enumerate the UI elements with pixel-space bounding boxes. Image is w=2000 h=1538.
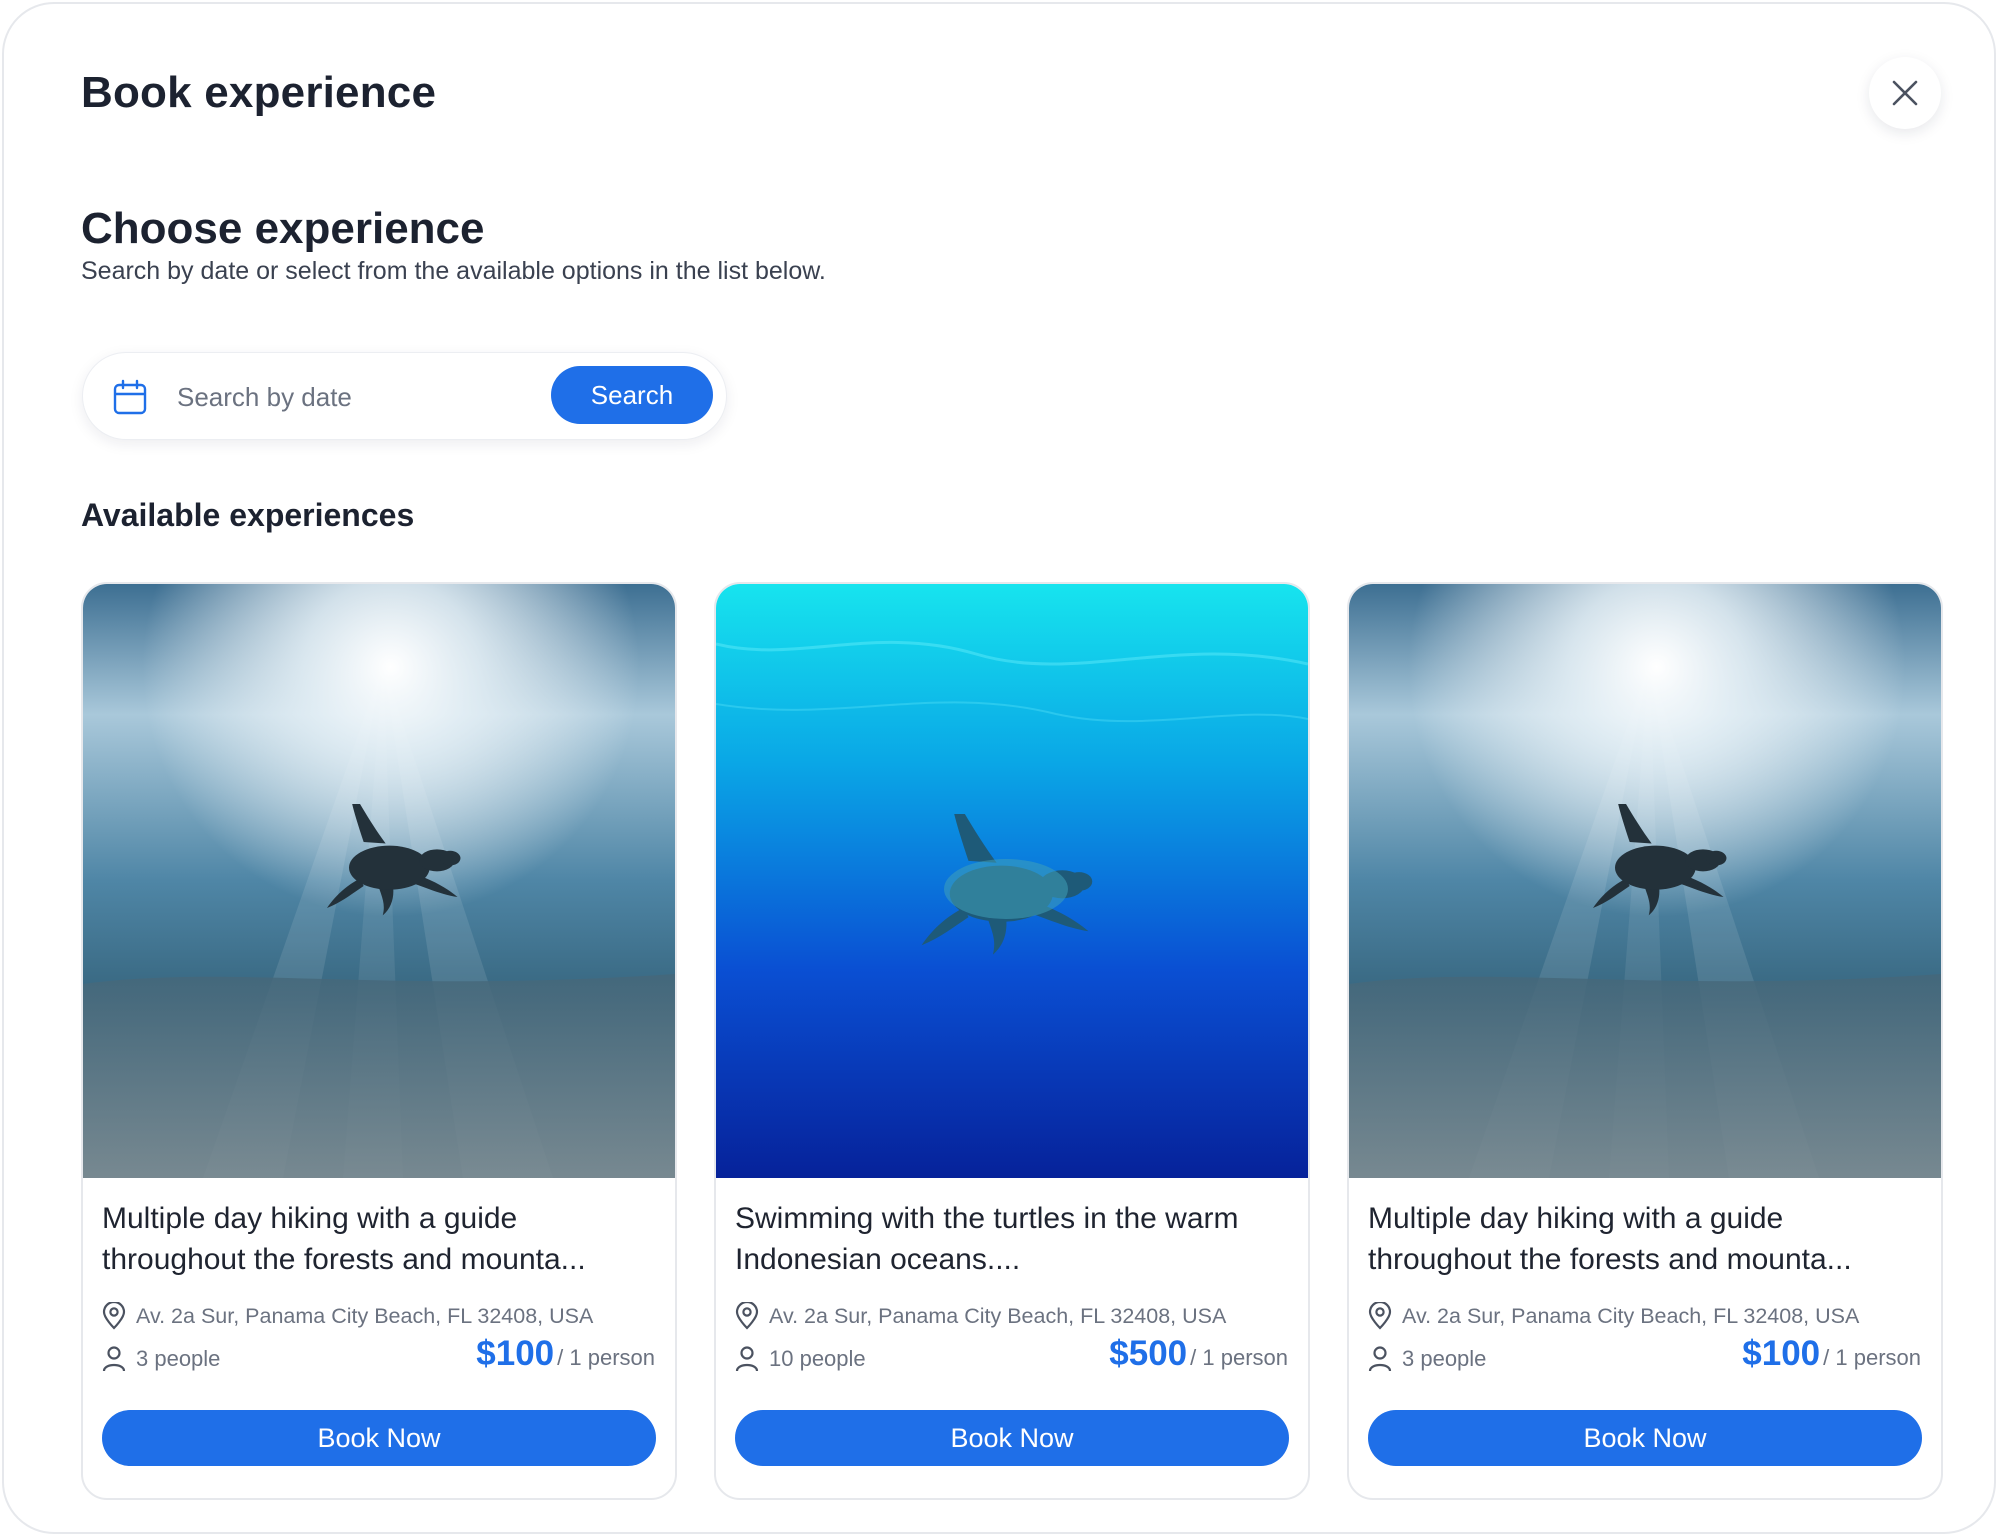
experience-capacity: 3 people [1368, 1346, 1486, 1372]
people-count: 3 people [136, 1346, 221, 1371]
date-search-bar: Search [82, 352, 727, 440]
person-icon [102, 1346, 126, 1372]
calendar-icon[interactable] [113, 379, 147, 415]
experience-card[interactable]: Swimming with the turtles in the warm In… [714, 582, 1310, 1500]
person-icon [735, 1346, 759, 1372]
price-amount: $100 [1742, 1334, 1821, 1373]
price-unit: / 1 person [1823, 1345, 1921, 1370]
price-info: $500 / 1 person [1109, 1334, 1288, 1374]
available-experiences-heading: Available experiences [81, 497, 415, 533]
person-icon [1368, 1346, 1392, 1372]
location-text: Av. 2a Sur, Panama City Beach, FL 32408,… [136, 1303, 594, 1328]
book-experience-modal: Book experience Choose experience Search… [2, 2, 1996, 1534]
price-info: $100 / 1 person [476, 1334, 655, 1374]
price-amount: $500 [1109, 1334, 1188, 1373]
experience-title: Swimming with the turtles in the warm In… [735, 1202, 1239, 1276]
location-text: Av. 2a Sur, Panama City Beach, FL 32408,… [769, 1303, 1227, 1328]
experience-card[interactable]: Multiple day hiking with a guide through… [81, 582, 677, 1500]
people-count: 10 people [769, 1346, 866, 1371]
experience-image [83, 584, 675, 1178]
experience-location: Av. 2a Sur, Panama City Beach, FL 32408,… [1368, 1302, 1859, 1330]
price-amount: $100 [476, 1334, 555, 1373]
experience-location: Av. 2a Sur, Panama City Beach, FL 32408,… [102, 1302, 593, 1330]
people-count: 3 people [1402, 1346, 1487, 1371]
experience-image [1349, 584, 1941, 1178]
price-info: $100 / 1 person [1742, 1334, 1921, 1374]
search-button[interactable]: Search [551, 366, 713, 424]
close-button[interactable] [1869, 57, 1941, 129]
experience-capacity: 3 people [102, 1346, 220, 1372]
search-date-input[interactable] [177, 371, 497, 423]
map-pin-icon [102, 1302, 126, 1330]
experience-title: Multiple day hiking with a guide through… [1368, 1202, 1852, 1276]
location-text: Av. 2a Sur, Panama City Beach, FL 32408,… [1402, 1303, 1860, 1328]
price-unit: / 1 person [1190, 1345, 1288, 1370]
book-now-button[interactable]: Book Now [735, 1410, 1289, 1466]
experience-card[interactable]: Multiple day hiking with a guide through… [1347, 582, 1943, 1500]
experience-location: Av. 2a Sur, Panama City Beach, FL 32408,… [735, 1302, 1226, 1330]
close-icon [1892, 80, 1918, 106]
modal-title: Book experience [81, 68, 437, 117]
experience-title: Multiple day hiking with a guide through… [102, 1202, 586, 1276]
price-unit: / 1 person [557, 1345, 655, 1370]
experience-capacity: 10 people [735, 1346, 866, 1372]
map-pin-icon [1368, 1302, 1392, 1330]
book-now-button[interactable]: Book Now [102, 1410, 656, 1466]
map-pin-icon [735, 1302, 759, 1330]
section-subtitle: Search by date or select from the availa… [81, 257, 826, 285]
section-title: Choose experience [81, 204, 485, 253]
experience-image [716, 584, 1308, 1178]
book-now-button[interactable]: Book Now [1368, 1410, 1922, 1466]
